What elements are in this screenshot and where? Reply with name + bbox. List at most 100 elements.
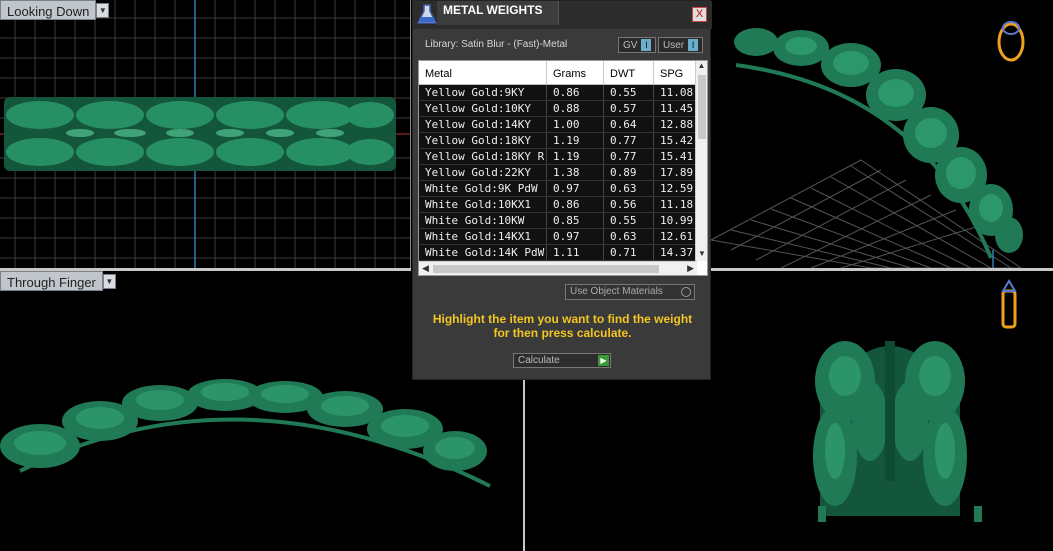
table-header: Metal Grams DWT SPG <box>419 61 707 85</box>
column-header-spg[interactable]: SPG <box>654 61 696 84</box>
table-row[interactable]: White Gold:14K PdW 1.11 0.71 14.37 <box>419 245 707 261</box>
metal-cell: White Gold:14K PdW <box>419 245 547 260</box>
dwt-cell: 0.56 <box>604 197 654 212</box>
grams-cell: 1.38 <box>547 165 604 180</box>
table-row[interactable]: White Gold:10KW 0.85 0.55 10.99 <box>419 213 707 229</box>
table-row[interactable]: Yellow Gold:9KY 0.86 0.55 11.08 <box>419 85 707 101</box>
spg-cell: 12.61 <box>654 229 696 244</box>
grams-cell: 0.88 <box>547 101 604 116</box>
viewport-label-text: Through Finger <box>7 274 96 290</box>
metal-cell: Yellow Gold:10KY <box>419 101 547 116</box>
table-body: Yellow Gold:9KY 0.86 0.55 11.08 Yellow Gold:… <box>419 85 707 261</box>
use-object-materials-label: Use Object Materials <box>570 286 663 297</box>
table-row[interactable]: Yellow Gold:22KY 1.38 0.89 17.89 <box>419 165 707 181</box>
metal-cell: White Gold:10KX1 <box>419 197 547 212</box>
spg-cell: 12.59 <box>654 181 696 196</box>
table-row[interactable]: Yellow Gold:18KY 1.19 0.77 15.42 <box>419 133 707 149</box>
viewport-looking-down[interactable]: Looking Down ▼ <box>0 0 411 268</box>
viewport-perspective-canvas <box>711 21 1025 268</box>
grams-cell: 0.97 <box>547 181 604 196</box>
spg-cell: 10.99 <box>654 213 696 228</box>
calculate-label: Calculate <box>518 355 560 366</box>
metal-weights-dialog: METAL WEIGHTS X Library: Satin Blur - (F… <box>412 0 712 380</box>
spg-cell: 15.42 <box>654 133 696 148</box>
spg-cell: 15.41 <box>654 149 696 164</box>
metal-table[interactable]: Metal Grams DWT SPG Yellow Gold:9KY 0.86 0… <box>418 60 708 276</box>
spg-cell: 11.45 <box>654 101 696 116</box>
metal-cell: Yellow Gold:9KY <box>419 85 547 100</box>
metal-cell: White Gold:14KX1 <box>419 229 547 244</box>
spg-cell: 11.18 <box>654 197 696 212</box>
viewport-perspective[interactable] <box>711 0 1053 268</box>
flask-icon <box>416 4 438 24</box>
grams-cell: 0.86 <box>547 197 604 212</box>
viewport-label-through-finger[interactable]: Through Finger ▼ <box>0 271 116 291</box>
chevron-down-icon[interactable]: ▼ <box>96 3 110 18</box>
viewport-looking-down-canvas <box>0 0 410 268</box>
instruction-text: Highlight the item you want to find the … <box>432 312 693 340</box>
viewport-label-text: Looking Down <box>7 3 90 19</box>
dwt-cell: 0.63 <box>604 229 654 244</box>
scroll-thumb[interactable] <box>698 75 706 139</box>
metal-cell: Yellow Gold:14KY <box>419 117 547 132</box>
metal-cell: Yellow Gold:18KY <box>419 133 547 148</box>
dwt-cell: 0.55 <box>604 213 654 228</box>
spg-cell: 12.88 <box>654 117 696 132</box>
chevron-down-icon[interactable]: ▼ <box>102 274 116 289</box>
column-header-metal[interactable]: Metal <box>419 61 547 84</box>
calculate-button[interactable]: Calculate ▶ <box>513 353 611 368</box>
grams-cell: 0.85 <box>547 213 604 228</box>
dwt-cell: 0.77 <box>604 133 654 148</box>
metal-cell: White Gold:9K PdW <box>419 181 547 196</box>
use-object-materials-option[interactable]: Use Object Materials <box>565 284 695 300</box>
grams-cell: 1.11 <box>547 245 604 260</box>
grams-cell: 0.97 <box>547 229 604 244</box>
dwt-cell: 0.89 <box>604 165 654 180</box>
dwt-cell: 0.55 <box>604 85 654 100</box>
table-row[interactable]: White Gold:14KX1 0.97 0.63 12.61 <box>419 229 707 245</box>
toggle-knob-icon: I <box>688 39 699 51</box>
column-header-grams[interactable]: Grams <box>547 61 604 84</box>
dwt-cell: 0.57 <box>604 101 654 116</box>
close-icon[interactable]: X <box>692 7 707 22</box>
column-header-dwt[interactable]: DWT <box>604 61 654 84</box>
grams-cell: 0.86 <box>547 85 604 100</box>
library-label: Library: Satin Blur - (Fast)-Metal <box>425 39 568 50</box>
table-row[interactable]: Yellow Gold:14KY 1.00 0.64 12.88 <box>419 117 707 133</box>
play-icon: ▶ <box>598 355 609 366</box>
spg-cell: 14.37 <box>654 245 696 260</box>
gv-toggle-label: GV <box>623 39 638 51</box>
ring-orientation-icon[interactable] <box>997 21 1025 62</box>
horizontal-scrollbar[interactable]: ◀ ▶ <box>419 261 697 275</box>
dwt-cell: 0.63 <box>604 181 654 196</box>
scroll-right-icon[interactable]: ▶ <box>687 263 694 274</box>
spg-cell: 11.08 <box>654 85 696 100</box>
metal-cell: White Gold:10KW <box>419 213 547 228</box>
metal-cell: Yellow Gold:22KY <box>419 165 547 180</box>
scroll-down-icon[interactable]: ▼ <box>696 249 707 261</box>
dialog-title: METAL WEIGHTS <box>443 3 543 17</box>
scroll-left-icon[interactable]: ◀ <box>422 263 429 274</box>
grams-cell: 1.19 <box>547 149 604 164</box>
grams-cell: 1.00 <box>547 117 604 132</box>
user-toggle-label: User <box>663 39 685 51</box>
vertical-scrollbar[interactable]: ▲ ▼ <box>695 61 707 261</box>
dwt-cell: 0.71 <box>604 245 654 260</box>
table-row[interactable]: White Gold:10KX1 0.86 0.56 11.18 <box>419 197 707 213</box>
spg-cell: 17.89 <box>654 165 696 180</box>
toggle-knob-icon: I <box>641 39 652 51</box>
metal-cell: Yellow Gold:18KY R... <box>419 149 547 164</box>
table-row[interactable]: Yellow Gold:18KY R...1.190.7715.41 <box>419 149 707 165</box>
user-toggle[interactable]: User I <box>658 37 704 53</box>
viewport-label-looking-down[interactable]: Looking Down ▼ <box>0 0 110 20</box>
dwt-cell: 0.64 <box>604 117 654 132</box>
ring-side-icon[interactable] <box>1001 279 1017 329</box>
grams-cell: 1.19 <box>547 133 604 148</box>
gv-toggle[interactable]: GV I <box>618 37 657 53</box>
radio-icon[interactable] <box>681 287 691 297</box>
scroll-up-icon[interactable]: ▲ <box>696 61 707 73</box>
scroll-thumb[interactable] <box>433 265 659 273</box>
table-row[interactable]: White Gold:9K PdW 0.97 0.63 12.59 <box>419 181 707 197</box>
dialog-titlebar[interactable]: METAL WEIGHTS X <box>413 1 712 29</box>
table-row[interactable]: Yellow Gold:10KY 0.88 0.57 11.45 <box>419 101 707 117</box>
